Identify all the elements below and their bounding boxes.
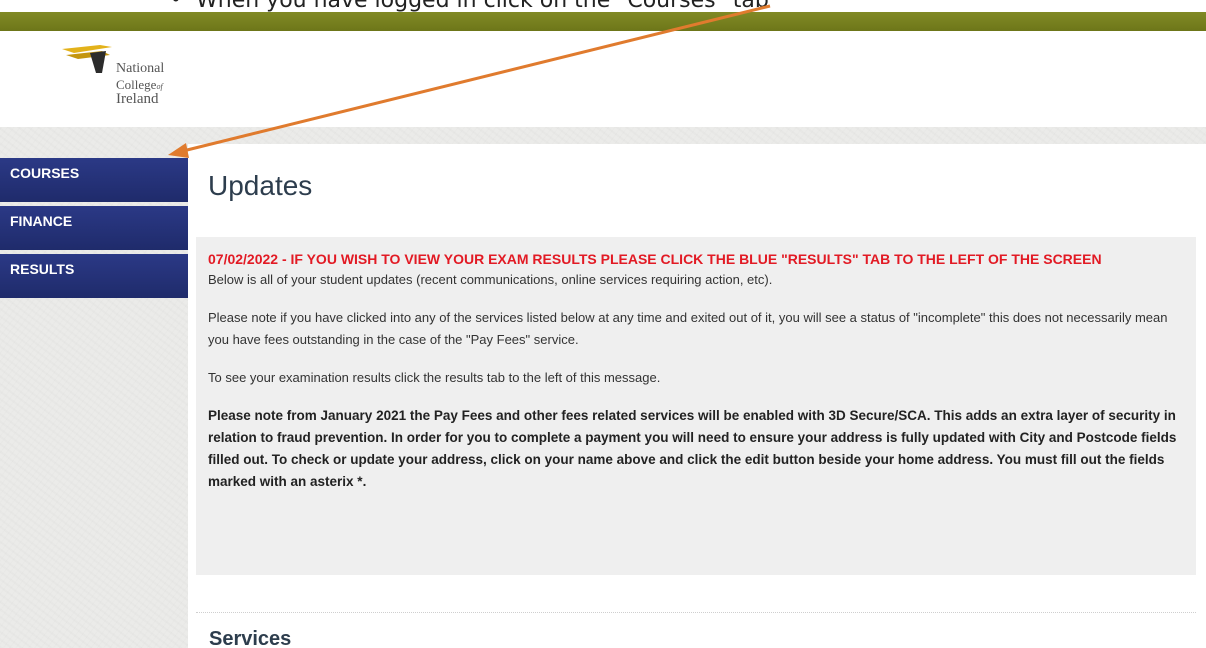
incomplete-status-note: Please note if you have clicked into any…	[208, 310, 1168, 347]
services-heading: Services	[209, 628, 292, 648]
instruction-overlay: • When you have logged in click on the "…	[0, 0, 1206, 12]
instruction-bullet: •	[172, 0, 180, 12]
main-content: Updates 07/02/2022 - IF YOU WISH TO VIEW…	[188, 144, 1206, 648]
sidebar-item-finance[interactable]: FINANCE	[0, 206, 188, 250]
page-title: Updates	[208, 170, 313, 201]
sidebar-item-courses[interactable]: COURSES	[0, 158, 188, 202]
instruction-text: When you have logged in click on the "Co…	[196, 0, 769, 12]
section-divider	[196, 612, 1196, 613]
security-notice: Please note from January 2021 the Pay Fe…	[208, 408, 1177, 489]
sidebar-item-results[interactable]: RESULTS	[0, 254, 188, 298]
sidebar-nav: COURSES FINANCE RESULTS	[0, 158, 188, 302]
logo-text-national: National	[116, 61, 165, 76]
site-header: National Collegeof Ireland	[0, 31, 1206, 127]
updates-intro: Below is all of your student updates (re…	[208, 272, 773, 287]
results-alert: 07/02/2022 - IF YOU WISH TO VIEW YOUR EX…	[208, 251, 1102, 267]
college-logo[interactable]: National Collegeof Ireland	[60, 43, 180, 123]
results-note: To see your examination results click th…	[208, 370, 661, 385]
top-accent-bar	[0, 12, 1206, 31]
swoosh-logo-icon	[62, 45, 112, 73]
logo-text-college: Collegeof	[116, 77, 163, 92]
updates-panel: 07/02/2022 - IF YOU WISH TO VIEW YOUR EX…	[196, 237, 1196, 575]
logo-text-ireland: Ireland	[116, 91, 159, 107]
